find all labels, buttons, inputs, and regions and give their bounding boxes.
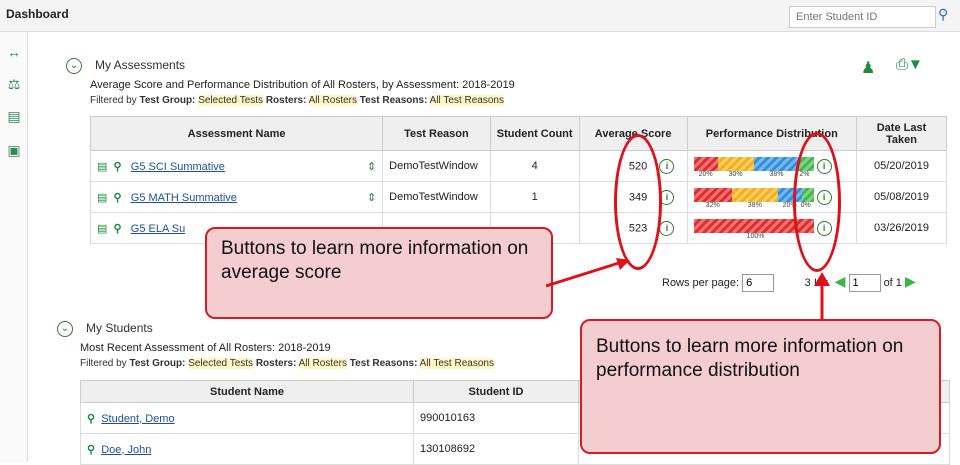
student-link[interactable]: Student, Demo bbox=[101, 413, 174, 425]
performance-segment-label: 32% bbox=[705, 202, 720, 209]
prev-page-icon[interactable]: ◀ bbox=[835, 273, 846, 289]
info-icon[interactable]: i bbox=[659, 220, 675, 236]
magnify-icon[interactable]: ⚲ bbox=[87, 444, 95, 456]
date-last-taken: 05/08/2019 bbox=[855, 181, 948, 213]
rows-per-page-input[interactable] bbox=[742, 274, 775, 292]
student-id: 990010163 bbox=[413, 402, 579, 434]
next-page-icon[interactable]: ▶ bbox=[905, 273, 916, 289]
note-icon[interactable]: ▣ bbox=[6, 142, 22, 158]
rosters-filter[interactable]: All Rosters bbox=[308, 95, 357, 106]
test-reason: DemoTestWindow bbox=[382, 181, 491, 213]
roster-icon[interactable]: ♟ bbox=[861, 58, 875, 78]
classroom-icon[interactable]: ▤ bbox=[6, 108, 22, 124]
col-assessment-name[interactable]: Assessment Name bbox=[89, 116, 384, 151]
performance-callout: Buttons to learn more information on per… bbox=[580, 319, 941, 454]
report-icon[interactable]: ▤ bbox=[97, 223, 107, 235]
col-student-id[interactable]: Student ID bbox=[413, 380, 579, 403]
sort-arrows-icon[interactable]: ⇕ bbox=[367, 191, 376, 204]
assessments-section-title: My Assessments bbox=[95, 58, 186, 72]
student-count: 1 bbox=[489, 181, 580, 213]
performance-segment bbox=[753, 157, 800, 171]
rosters-filter[interactable]: All Rosters bbox=[298, 358, 347, 369]
report-icon[interactable]: ▤ bbox=[97, 192, 107, 204]
average-score-highlight-oval bbox=[614, 134, 662, 270]
performance-segment bbox=[693, 157, 718, 171]
performance-segment-label: 20% bbox=[698, 171, 713, 178]
test-group-filter[interactable]: Selected Tests bbox=[188, 358, 254, 369]
col-test-reason[interactable]: Test Reason bbox=[382, 116, 491, 151]
print-icon[interactable]: ⎙▼ bbox=[896, 56, 923, 73]
magnify-icon[interactable]: ⚲ bbox=[114, 161, 122, 173]
test-reasons-filter[interactable]: All Test Reasons bbox=[419, 358, 494, 369]
col-student-count[interactable]: Student Count bbox=[489, 116, 580, 151]
student-id: 130108692 bbox=[413, 433, 579, 465]
date-last-taken: 05/20/2019 bbox=[855, 150, 948, 182]
students-subtitle: Most Recent Assessment of All Rosters: 2… bbox=[80, 342, 331, 354]
students-collapse-toggle[interactable]: ⌄ bbox=[57, 321, 73, 337]
assessments-collapse-toggle[interactable]: ⌄ bbox=[66, 58, 82, 74]
test-reason: DemoTestWindow bbox=[382, 150, 491, 182]
student-id-search-input[interactable] bbox=[789, 6, 936, 28]
assessments-filter-line: Filtered by Test Group: Selected Tests R… bbox=[90, 95, 504, 106]
assessment-link[interactable]: G5 MATH Summative bbox=[131, 192, 237, 204]
pagination: Rows per page: 3 Its: ◀ of 1 ▶ bbox=[662, 273, 916, 292]
callout-arrow-performance bbox=[814, 272, 830, 320]
test-reasons-filter[interactable]: All Test Reasons bbox=[429, 95, 504, 106]
magnify-icon[interactable]: ⚲ bbox=[114, 223, 122, 235]
top-bar: Dashboard ⚲ bbox=[0, 0, 960, 32]
report-icon[interactable]: ▤ bbox=[97, 161, 107, 173]
students-filter-line: Filtered by Test Group: Selected Tests R… bbox=[80, 358, 494, 369]
students-section-title: My Students bbox=[86, 321, 153, 335]
date-last-taken: 03/26/2019 bbox=[855, 212, 948, 244]
callout-arrow-average bbox=[545, 258, 630, 288]
hierarchy-icon[interactable]: ⚖ bbox=[6, 76, 22, 92]
student-count: 4 bbox=[489, 150, 580, 182]
page-of: of 1 bbox=[883, 277, 902, 289]
performance-segment bbox=[732, 188, 778, 202]
performance-segment-label: 100% bbox=[746, 233, 765, 240]
performance-segment bbox=[717, 157, 754, 171]
performance-highlight-oval bbox=[793, 132, 841, 272]
student-link[interactable]: Doe, John bbox=[101, 444, 151, 456]
magnify-icon[interactable]: ⚲ bbox=[114, 192, 122, 204]
average-score-callout: Buttons to learn more information on ave… bbox=[205, 227, 553, 319]
assessment-link[interactable]: G5 SCI Summative bbox=[131, 161, 225, 173]
performance-segment-label: 38% bbox=[747, 202, 762, 209]
performance-segment-label: 30% bbox=[728, 171, 743, 178]
info-icon[interactable]: i bbox=[659, 158, 675, 174]
col-date-last-taken[interactable]: Date Last Taken bbox=[855, 116, 948, 151]
sort-arrows-icon[interactable]: ⇕ bbox=[367, 160, 376, 173]
page-title: Dashboard bbox=[6, 7, 69, 21]
performance-segment-label: 38% bbox=[769, 171, 784, 178]
test-group-filter[interactable]: Selected Tests bbox=[198, 95, 264, 106]
rows-per-page-label: Rows per page: bbox=[662, 277, 740, 289]
assessments-subtitle: Average Score and Performance Distributi… bbox=[90, 79, 515, 91]
page-input[interactable] bbox=[848, 274, 881, 292]
col-student-name[interactable]: Student Name bbox=[80, 380, 414, 403]
search-icon[interactable]: ⚲ bbox=[938, 6, 960, 28]
left-sidebar: ↔ ⚖ ▤ ▣ bbox=[0, 32, 28, 462]
performance-segment bbox=[693, 188, 732, 202]
magnify-icon[interactable]: ⚲ bbox=[87, 413, 95, 425]
assessment-link[interactable]: G5 ELA Su bbox=[131, 223, 185, 235]
expand-collapse-icon[interactable]: ↔ bbox=[6, 44, 22, 60]
